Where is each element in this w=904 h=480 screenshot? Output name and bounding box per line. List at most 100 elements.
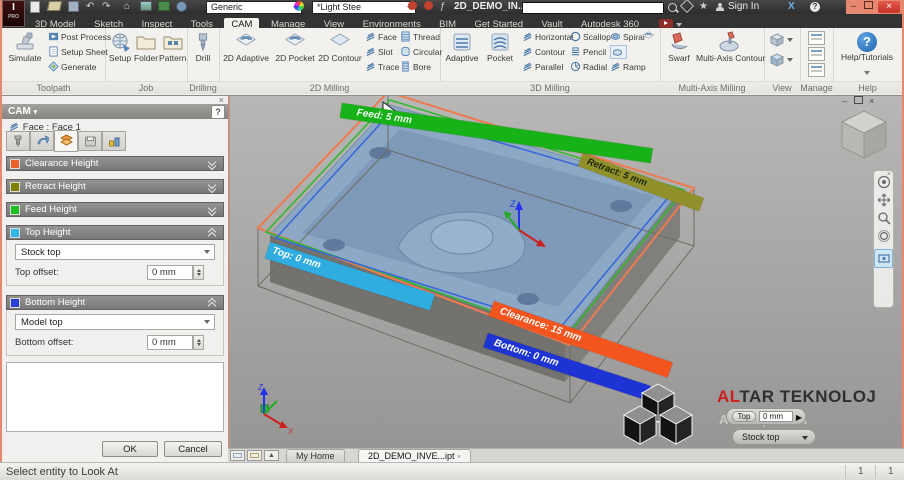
panel-help-button[interactable]: ? (211, 105, 225, 119)
material-select[interactable]: Generic (206, 1, 302, 14)
look-at-button[interactable] (874, 249, 893, 268)
doc-minimize-icon[interactable]: – (842, 96, 847, 106)
undo-icon[interactable]: ↶ (86, 1, 94, 13)
tab-passes[interactable] (102, 131, 126, 151)
generate-button[interactable]: Generate (48, 60, 111, 75)
drill-button[interactable]: Drill (189, 30, 217, 80)
tab-heights[interactable] (54, 130, 78, 152)
user-icon[interactable] (716, 3, 724, 11)
view-orientation-button[interactable] (769, 32, 793, 53)
collapse-icon[interactable] (207, 297, 217, 311)
section-clearance-height[interactable]: Clearance Height (6, 156, 224, 171)
pencil-button[interactable]: Pencil (570, 45, 611, 60)
morphed-spiral-button[interactable] (610, 45, 646, 60)
inventor-logo[interactable]: I PRO (2, 0, 25, 27)
collapse-icon[interactable] (207, 227, 217, 241)
orbit-red2-icon[interactable] (424, 1, 433, 13)
sign-in-button[interactable]: Sign In (728, 1, 759, 13)
navbar-close-icon[interactable]: × (887, 171, 891, 178)
appearance-select[interactable]: *Light Stee (312, 1, 416, 14)
help-tutorials-button[interactable]: ? Help/Tutorials (837, 30, 897, 80)
color-wheel-icon[interactable] (294, 1, 304, 13)
manage-folder-button[interactable] (808, 31, 825, 45)
3d-viewport[interactable]: Z Z X Feed: 5 mm Retract: 5 mm Top: 0 mm… (230, 96, 902, 448)
top-height-select[interactable]: Stock top (15, 244, 215, 260)
panel-header[interactable]: CAM ▾ (2, 104, 228, 119)
2d-pocket-button[interactable]: 2D Pocket (273, 30, 317, 80)
tab-geometry[interactable] (30, 131, 54, 151)
fx-icon[interactable]: ƒ (440, 1, 446, 13)
snap-icon[interactable] (679, 0, 695, 14)
search-input[interactable] (522, 2, 664, 14)
pattern-button[interactable]: Pattern (159, 30, 186, 80)
folder-button[interactable]: Folder (133, 30, 159, 80)
mini-height-toolbar[interactable]: Top 0 mm ▶ (726, 408, 806, 425)
orbit-icon[interactable] (877, 229, 891, 243)
orbit-red-icon[interactable] (408, 1, 417, 13)
circular-button[interactable]: Circular (400, 45, 442, 60)
manage-list-button[interactable] (808, 63, 825, 77)
screencast-caret-icon[interactable] (675, 23, 682, 27)
home-icon[interactable]: ⌂ (124, 1, 130, 13)
mini-next-icon[interactable]: ▶ (796, 413, 802, 422)
tab-tool[interactable] (6, 131, 30, 151)
face-button[interactable]: Face (365, 30, 399, 45)
parallel-button[interactable]: Parallel (522, 60, 573, 75)
horizontal-button[interactable]: Horizontal (522, 30, 573, 45)
tile-windows-icon[interactable] (230, 450, 245, 461)
bottom-height-select[interactable]: Model top (15, 314, 215, 330)
bore-button[interactable]: Bore (400, 60, 442, 75)
trace-button[interactable]: Trace (365, 60, 399, 75)
close-button[interactable]: × (878, 1, 900, 13)
multi-axis-contour-button[interactable]: Multi-Axis Contour (696, 30, 765, 80)
sweep-icon[interactable] (158, 1, 170, 13)
top-offset-input[interactable]: 0 mm (147, 265, 193, 280)
section-retract-height[interactable]: Retract Height (6, 179, 224, 194)
flow-button[interactable] (642, 30, 657, 45)
swarf-button[interactable]: Swarf (662, 30, 696, 80)
top-offset-stepper[interactable] (193, 265, 204, 280)
doc-tab-my-home[interactable]: My Home (286, 449, 345, 463)
2d-contour-button[interactable]: 2D Contour (317, 30, 363, 80)
section-feed-height[interactable]: Feed Height (6, 202, 224, 217)
favorites-star-icon[interactable]: ★ (699, 1, 708, 13)
section-top-height[interactable]: Top Height (6, 225, 224, 241)
pocket-button[interactable]: Pocket (482, 30, 518, 80)
exchange-apps-icon[interactable]: X (788, 1, 795, 13)
post-process-button[interactable]: Post Process (48, 30, 111, 45)
new-file-icon[interactable] (30, 1, 40, 13)
panel-list-area[interactable] (6, 362, 224, 432)
2d-adaptive-button[interactable]: 2D Adaptive (221, 30, 271, 80)
search-icon[interactable] (668, 3, 677, 12)
bottom-offset-input[interactable]: 0 mm (147, 335, 193, 350)
globe-icon[interactable] (176, 1, 187, 13)
ramp-button[interactable]: Ramp (610, 60, 646, 75)
spiral-button[interactable]: Spiral (610, 30, 646, 45)
bottom-offset-stepper[interactable] (193, 335, 204, 350)
expand-icon[interactable] (207, 157, 217, 171)
zoom-icon[interactable] (877, 211, 891, 225)
ok-button[interactable]: OK (102, 441, 158, 457)
contour-button[interactable]: Contour (522, 45, 573, 60)
screencast-icon[interactable] (658, 19, 673, 28)
mini-stock-select[interactable]: Stock top (732, 429, 816, 445)
mini-top-value-input[interactable]: 0 mm (759, 411, 793, 422)
setup-button[interactable]: Setup (107, 30, 133, 80)
open-icon[interactable] (46, 1, 63, 13)
slot-button[interactable]: Slot (365, 45, 399, 60)
redo-icon[interactable]: ↷ (102, 1, 110, 13)
viewcube[interactable] (840, 110, 888, 159)
doc-close-icon[interactable]: × (869, 96, 874, 106)
doc-tab-part-file[interactable]: 2D_DEMO_INVE...ipt × (358, 449, 472, 463)
doc-restore-icon[interactable] (853, 96, 863, 104)
scallop-button[interactable]: Scallop (570, 30, 611, 45)
save-icon[interactable] (68, 1, 79, 13)
restore-button[interactable] (861, 1, 876, 13)
adaptive-button[interactable]: Adaptive (442, 30, 482, 80)
render-icon[interactable] (140, 1, 152, 13)
navigation-bar[interactable]: × (873, 170, 894, 308)
tab-linking[interactable] (78, 131, 102, 151)
view-face-button[interactable] (769, 52, 793, 73)
help-icon[interactable]: ? (810, 1, 820, 13)
mini-top-button[interactable]: Top (732, 411, 756, 422)
